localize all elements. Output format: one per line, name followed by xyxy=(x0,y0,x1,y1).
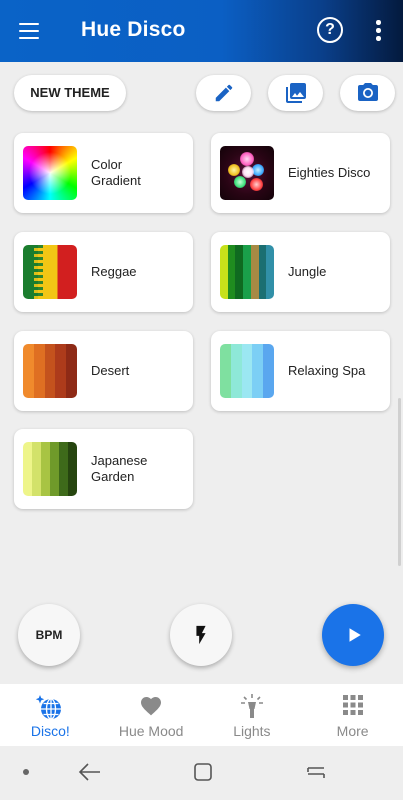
app-title: Hue Disco xyxy=(81,18,186,41)
photo-library-icon xyxy=(285,83,306,103)
swatch-stripe xyxy=(235,245,244,299)
swatch-stripe xyxy=(55,344,67,398)
theme-card-reggae[interactable]: Reggae xyxy=(14,232,193,312)
reggae-swatch xyxy=(23,245,77,299)
theme-card-japanese-garden[interactable]: Japanese Garden xyxy=(14,429,193,509)
more-vert-icon xyxy=(376,20,381,25)
play-button[interactable] xyxy=(322,604,384,666)
swatch-stripe xyxy=(241,344,253,398)
theme-card-desert[interactable]: Desert xyxy=(14,331,193,411)
nav-disco[interactable]: Disco! xyxy=(0,684,101,746)
swatch-stripe xyxy=(266,245,274,299)
swatch-stripe xyxy=(23,442,32,496)
relaxing-spa-swatch xyxy=(220,344,274,398)
swatch-stripe xyxy=(250,245,259,299)
swatch-stripe xyxy=(220,245,228,299)
flash-button[interactable] xyxy=(170,604,232,666)
menu-button[interactable] xyxy=(12,16,44,46)
swatch-stripe xyxy=(50,442,59,496)
home-icon[interactable] xyxy=(193,762,213,782)
nav-hue-mood[interactable]: Hue Mood xyxy=(101,684,202,746)
bottom-navigation: Disco! Hue Mood Lights More xyxy=(0,684,403,746)
globe-sparkle-icon xyxy=(36,695,62,720)
japanese-garden-swatch xyxy=(23,442,77,496)
hamburger-icon-line xyxy=(19,37,39,39)
theme-label: Desert xyxy=(91,363,130,378)
dot-indicator xyxy=(23,769,29,775)
nav-label: Lights xyxy=(233,723,271,739)
overflow-menu-button[interactable] xyxy=(368,17,388,45)
swatch-stripe xyxy=(32,442,41,496)
hamburger-icon-line xyxy=(19,30,39,32)
swatch-stripe xyxy=(227,245,236,299)
scroll-indicator[interactable] xyxy=(398,398,401,566)
heart-icon xyxy=(141,697,162,716)
grid-icon xyxy=(342,695,363,715)
help-button[interactable]: ? xyxy=(317,17,343,43)
camera-button[interactable] xyxy=(340,75,395,111)
color-gradient-swatch xyxy=(23,146,77,200)
bpm-button[interactable]: BPM xyxy=(18,604,80,666)
swatch-stripe xyxy=(230,344,242,398)
gallery-button[interactable] xyxy=(268,75,323,111)
question-icon: ? xyxy=(325,21,335,38)
jungle-swatch xyxy=(220,245,274,299)
theme-label: Jungle xyxy=(288,264,327,279)
swatch-stripe xyxy=(44,344,56,398)
nav-label: More xyxy=(336,723,369,739)
new-theme-button[interactable]: NEW THEME xyxy=(14,75,126,111)
theme-label: Eighties Disco xyxy=(288,165,371,180)
theme-label: Relaxing Spa xyxy=(288,363,366,378)
more-vert-icon-dot xyxy=(376,36,381,41)
more-vert-icon-dot xyxy=(376,28,381,33)
swatch-stripe xyxy=(258,245,267,299)
nav-label: Hue Mood xyxy=(118,723,184,739)
swatch-stripe xyxy=(263,344,274,398)
play-icon xyxy=(349,628,361,642)
swatch-stripe xyxy=(220,344,231,398)
swatch-stripe xyxy=(41,442,50,496)
eighties-disco-swatch xyxy=(220,146,274,200)
theme-label: Japanese Garden xyxy=(91,453,148,484)
theme-card-color-gradient[interactable]: Color Gradient xyxy=(14,133,193,213)
pencil-icon xyxy=(215,84,232,102)
theme-card-jungle[interactable]: Jungle xyxy=(211,232,390,312)
swatch-stripe xyxy=(23,344,34,398)
swatch-stripe xyxy=(33,344,45,398)
recents-icon[interactable] xyxy=(305,762,327,782)
app-bar: Hue Disco ? xyxy=(0,0,403,62)
swatch-stripe xyxy=(59,442,68,496)
edit-button[interactable] xyxy=(196,75,251,111)
flash-icon xyxy=(196,625,206,645)
theme-label: Reggae xyxy=(91,264,137,279)
back-icon[interactable] xyxy=(78,762,102,782)
swatch-stripe xyxy=(68,442,77,496)
theme-card-eighties-disco[interactable]: Eighties Disco xyxy=(211,133,390,213)
desert-swatch xyxy=(23,344,77,398)
nav-lights[interactable]: Lights xyxy=(202,684,303,746)
camera-icon xyxy=(357,83,378,101)
system-navigation-bar xyxy=(0,746,403,800)
nav-label: Disco! xyxy=(30,723,70,739)
nav-more[interactable]: More xyxy=(302,684,403,746)
swatch-stripe xyxy=(66,344,77,398)
theme-card-relaxing-spa[interactable]: Relaxing Spa xyxy=(211,331,390,411)
hamburger-icon xyxy=(19,23,39,25)
theme-label: Color Gradient xyxy=(91,157,141,188)
swatch-stripe xyxy=(252,344,264,398)
swatch-stripe xyxy=(243,245,251,299)
lamp-icon xyxy=(240,694,263,718)
